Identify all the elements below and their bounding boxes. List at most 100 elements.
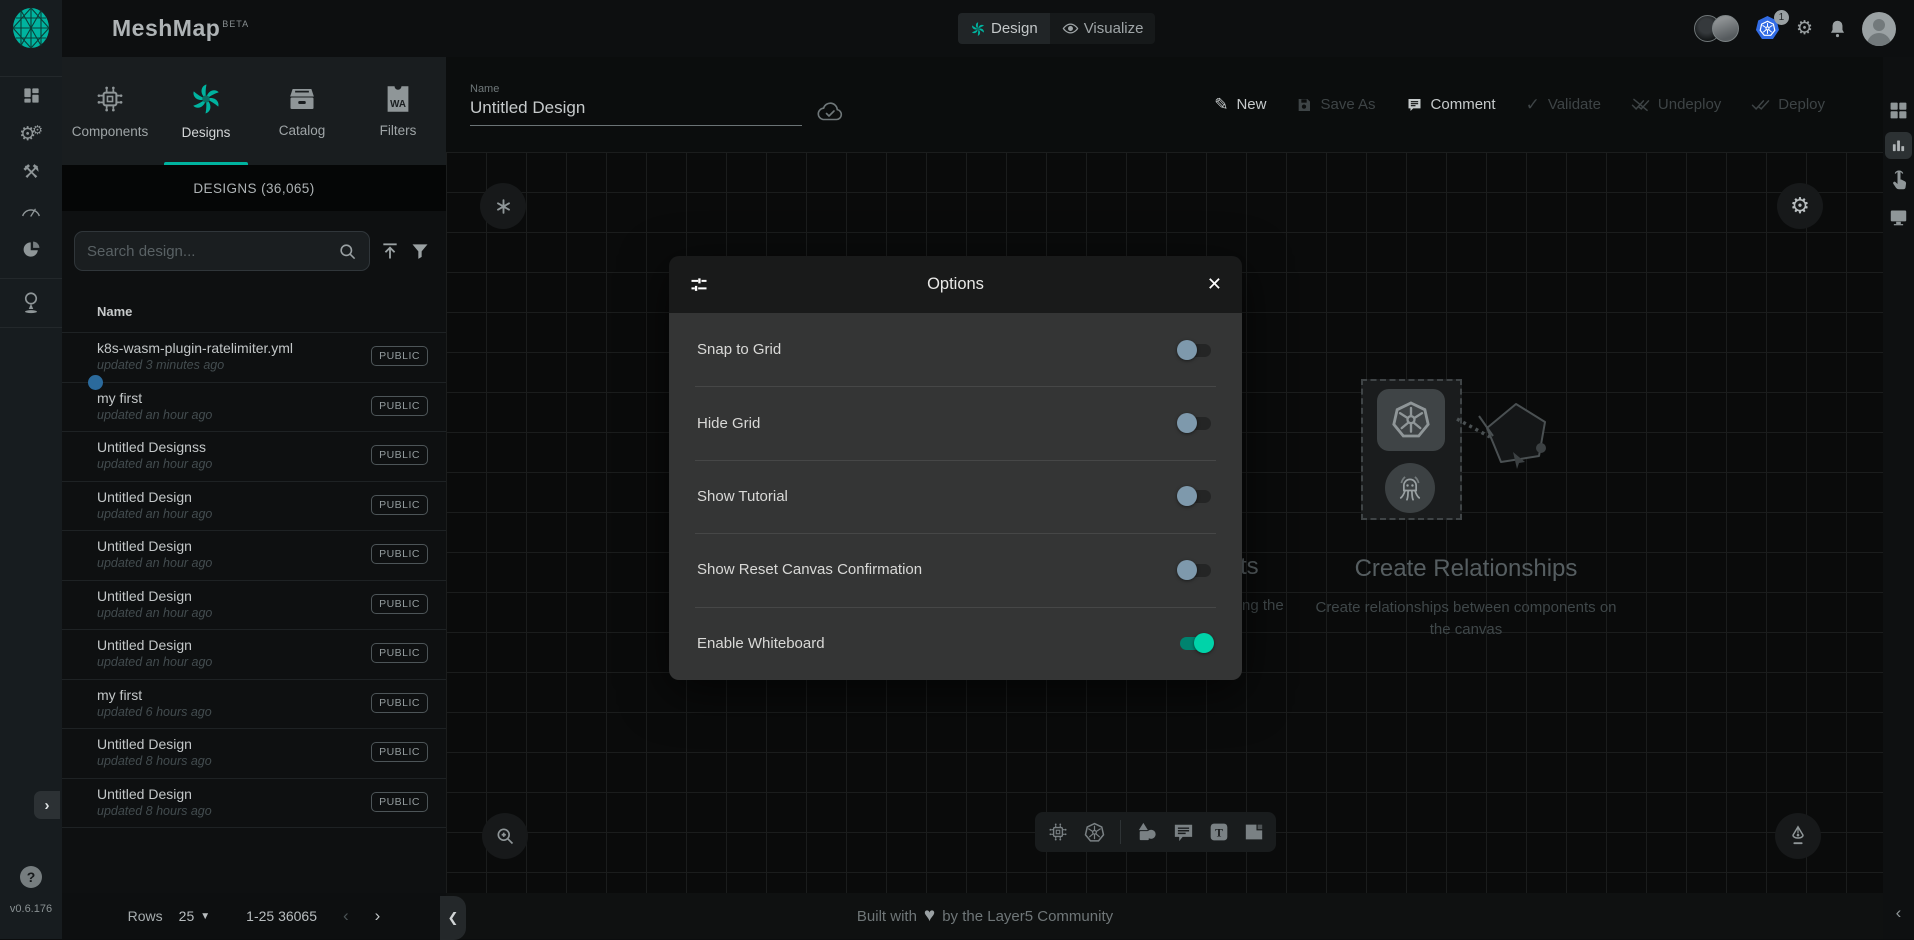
design-row[interactable]: Untitled Design updated an hour ago PUBL… bbox=[62, 581, 446, 631]
question-icon: ? bbox=[27, 869, 36, 885]
user-avatar-button[interactable] bbox=[1862, 12, 1896, 46]
canvas-toolbar: Name ✎New Save As Comment ✓Validate Unde… bbox=[446, 57, 1883, 152]
svg-text:T: T bbox=[1215, 827, 1223, 840]
sidebar-item-lifecycle[interactable]: ⚙⚙ bbox=[0, 117, 62, 151]
upload-design-icon[interactable] bbox=[380, 241, 400, 261]
next-page-button[interactable]: › bbox=[375, 906, 381, 926]
mode-tab-design[interactable]: Design bbox=[958, 13, 1050, 44]
options-modal-body: Snap to Grid Hide Grid Show Tutorial Sho… bbox=[669, 313, 1242, 680]
header-right-cluster: 1 ⚙ bbox=[1694, 0, 1896, 57]
zoom-button[interactable] bbox=[482, 813, 528, 859]
active-tab-underline bbox=[164, 162, 248, 165]
comment-icon bbox=[1406, 97, 1423, 113]
pencil-icon: ✎ bbox=[1214, 95, 1228, 115]
check-icon: ✓ bbox=[1526, 95, 1540, 115]
collapse-left-panel-button[interactable]: ❮ bbox=[440, 896, 466, 940]
components-tool[interactable] bbox=[1047, 821, 1069, 843]
design-row[interactable]: Untitled Design updated an hour ago PUBL… bbox=[62, 630, 446, 680]
show-reset-canvas-confirmation-toggle[interactable] bbox=[1177, 560, 1214, 580]
option-row-show-reset-canvas-confirmation: Show Reset Canvas Confirmation bbox=[669, 533, 1242, 606]
design-row[interactable]: Untitled Design updated an hour ago PUBL… bbox=[62, 482, 446, 532]
snowflake-gear-icon bbox=[495, 198, 512, 215]
sidebar-item-meshmap[interactable] bbox=[0, 286, 62, 320]
bell-icon bbox=[1829, 19, 1846, 38]
whiteboard-pen-button[interactable] bbox=[1775, 813, 1821, 859]
rows-per-page-select[interactable]: 25▼ bbox=[179, 908, 210, 924]
mode-tab-visualize[interactable]: Visualize bbox=[1050, 13, 1156, 44]
enable-whiteboard-toggle[interactable] bbox=[1177, 633, 1214, 653]
visibility-badge: PUBLIC bbox=[371, 742, 428, 762]
shapes-tool[interactable] bbox=[1136, 822, 1158, 842]
wasm-filters-icon: WA bbox=[384, 84, 412, 114]
pen-nib-icon bbox=[1788, 825, 1808, 847]
previous-page-button[interactable]: ‹ bbox=[343, 906, 349, 926]
rail-divider bbox=[0, 327, 62, 328]
search-input[interactable] bbox=[87, 243, 338, 260]
tab-filters[interactable]: WA Filters bbox=[350, 57, 446, 165]
kubernetes-node bbox=[1377, 389, 1445, 451]
design-actions: ✎New Save As Comment ✓Validate Undeploy … bbox=[1214, 95, 1883, 115]
new-button[interactable]: ✎New bbox=[1214, 95, 1266, 115]
tab-designs[interactable]: Designs bbox=[158, 57, 254, 165]
four-squares-icon bbox=[1889, 101, 1908, 120]
comment-tool[interactable] bbox=[1173, 823, 1194, 842]
visibility-badge: PUBLIC bbox=[371, 445, 428, 465]
hide-grid-toggle[interactable] bbox=[1177, 413, 1214, 433]
pie-icon bbox=[22, 240, 41, 259]
option-row-show-tutorial: Show Tutorial bbox=[669, 460, 1242, 533]
beta-tag: BETA bbox=[222, 19, 249, 29]
sidebar-item-configuration[interactable]: ⚒ bbox=[0, 155, 62, 189]
show-tutorial-toggle[interactable] bbox=[1177, 486, 1214, 506]
tab-components[interactable]: Components bbox=[62, 57, 158, 165]
validate-button[interactable]: ✓Validate bbox=[1526, 95, 1601, 115]
collaborator-avatars[interactable] bbox=[1694, 15, 1739, 42]
design-row[interactable]: k8s-wasm-plugin-ratelimiter.yml updated … bbox=[62, 333, 446, 383]
app-version: v0.6.176 bbox=[0, 903, 62, 915]
canvas-options-gear-button[interactable]: ⚙ bbox=[1777, 183, 1823, 229]
visibility-badge: PUBLIC bbox=[371, 643, 428, 663]
comment-button[interactable]: Comment bbox=[1406, 96, 1496, 113]
display-button[interactable] bbox=[1883, 209, 1914, 226]
media-tool[interactable] bbox=[1244, 823, 1264, 841]
filter-funnel-icon[interactable] bbox=[410, 241, 430, 261]
snap-to-grid-toggle[interactable] bbox=[1177, 340, 1214, 360]
undeploy-button[interactable]: Undeploy bbox=[1631, 96, 1721, 113]
canvas-settings-flower-button[interactable] bbox=[480, 183, 526, 229]
heart-icon: ♥ bbox=[924, 905, 935, 927]
dashboard-chart-button[interactable] bbox=[1885, 132, 1912, 159]
notifications-bell-button[interactable] bbox=[1829, 19, 1846, 38]
search-icon[interactable] bbox=[338, 242, 357, 261]
caret-down-icon: ▼ bbox=[200, 911, 210, 922]
design-row[interactable]: Untitled Design updated 8 hours ago PUBL… bbox=[62, 779, 446, 829]
kubernetes-context-button[interactable]: 1 bbox=[1755, 16, 1780, 41]
onboarding-description: Create relationships between components … bbox=[1306, 597, 1626, 641]
design-name-input[interactable] bbox=[470, 98, 802, 126]
monitor-icon bbox=[1889, 209, 1908, 226]
collapse-right-dock-button[interactable]: ‹ bbox=[1883, 903, 1914, 923]
tab-catalog[interactable]: Catalog bbox=[254, 57, 350, 165]
sidebar-item-performance[interactable] bbox=[0, 194, 62, 228]
help-button[interactable]: ? bbox=[20, 866, 42, 888]
deploy-button[interactable]: Deploy bbox=[1751, 96, 1825, 113]
design-row[interactable]: Untitled Design updated 8 hours ago PUBL… bbox=[62, 729, 446, 779]
interaction-hand-button[interactable] bbox=[1883, 169, 1914, 190]
save-as-button[interactable]: Save As bbox=[1296, 96, 1375, 113]
design-row[interactable]: my first updated an hour ago PUBLIC bbox=[62, 383, 446, 433]
text-tool[interactable]: T bbox=[1209, 822, 1229, 842]
settings-gear-button[interactable]: ⚙ bbox=[1796, 17, 1813, 40]
design-row[interactable]: my first updated 6 hours ago PUBLIC bbox=[62, 680, 446, 730]
rail-divider bbox=[0, 76, 62, 77]
context-count-badge: 1 bbox=[1774, 10, 1789, 25]
sidebar-item-extensions[interactable] bbox=[0, 232, 62, 266]
design-row[interactable]: Untitled Designss updated an hour ago PU… bbox=[62, 432, 446, 482]
option-row-enable-whiteboard: Enable Whiteboard bbox=[669, 607, 1242, 680]
layer5-logo[interactable] bbox=[9, 6, 53, 50]
tune-sliders-icon bbox=[689, 275, 709, 295]
kubernetes-tool[interactable] bbox=[1084, 822, 1105, 843]
pagination-bar: Rows 25▼ 1-25 36065 ‹ › bbox=[62, 893, 446, 939]
expand-sidebar-button[interactable]: › bbox=[34, 791, 60, 819]
panels-grid-button[interactable] bbox=[1883, 101, 1914, 120]
sidebar-item-dashboard[interactable] bbox=[0, 78, 62, 112]
design-row[interactable]: Untitled Design updated an hour ago PUBL… bbox=[62, 531, 446, 581]
close-icon[interactable]: ✕ bbox=[1207, 274, 1222, 295]
